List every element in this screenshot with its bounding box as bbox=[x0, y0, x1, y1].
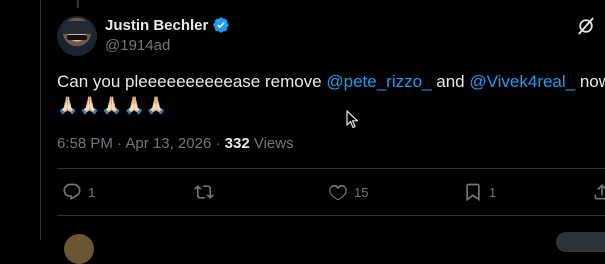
action-bar: 1 15 1 bbox=[57, 180, 605, 208]
divider bbox=[57, 215, 605, 216]
meta-separator: · bbox=[112, 135, 126, 152]
author-name[interactable]: Justin Bechler bbox=[105, 17, 208, 34]
tweet-time[interactable]: 6:58 PM bbox=[57, 135, 113, 152]
mouse-cursor-icon bbox=[346, 110, 359, 129]
reply-icon bbox=[63, 183, 81, 200]
floating-panel bbox=[556, 232, 605, 252]
like-count: 15 bbox=[354, 184, 369, 200]
tweet-meta: 6:58 PM · Apr 13, 2026 · 332 Views bbox=[57, 135, 294, 152]
left-column-border bbox=[40, 0, 41, 240]
like-button[interactable]: 15 bbox=[328, 182, 368, 202]
tweet-text: Can you pleeeeeeeeeease remove @pete_riz… bbox=[57, 72, 605, 92]
bookmark-button[interactable]: 1 bbox=[463, 182, 496, 202]
share-button[interactable] bbox=[592, 182, 605, 202]
mention-link[interactable]: @pete_rizzo_ bbox=[326, 72, 431, 91]
bookmark-icon bbox=[466, 183, 480, 202]
views-label: Views bbox=[253, 135, 294, 152]
verified-badge-icon bbox=[213, 17, 230, 33]
tweet-text-segment: and bbox=[431, 72, 470, 91]
avatar[interactable] bbox=[57, 16, 97, 56]
meta-separator: · bbox=[211, 135, 225, 152]
retweet-icon bbox=[194, 185, 214, 199]
reply-button[interactable]: 1 bbox=[62, 182, 95, 202]
tweet-text-segment: Can you pleeeeeeeeeease remove bbox=[57, 72, 327, 91]
divider bbox=[57, 168, 605, 169]
author-handle[interactable]: @1914ad bbox=[105, 37, 170, 54]
thread-line bbox=[77, 0, 79, 8]
author-row: Justin Bechler bbox=[105, 16, 230, 34]
reply-count: 1 bbox=[88, 184, 96, 200]
retweet-button[interactable] bbox=[194, 182, 220, 202]
mention-link[interactable]: @Vivek4real_ bbox=[469, 72, 575, 91]
grok-icon[interactable] bbox=[576, 16, 596, 36]
views-count: 332 bbox=[224, 135, 250, 152]
tweet-date[interactable]: Apr 13, 2026 bbox=[125, 135, 211, 152]
reply-avatar[interactable] bbox=[64, 234, 94, 264]
bookmark-count: 1 bbox=[489, 184, 497, 200]
share-icon bbox=[594, 184, 605, 200]
tweet-text-segment: now? bbox=[579, 72, 605, 91]
praying-hands-emojis: 🙏🏻🙏🏻🙏🏻🙏🏻🙏🏻 bbox=[57, 96, 168, 115]
heart-icon bbox=[329, 184, 347, 201]
